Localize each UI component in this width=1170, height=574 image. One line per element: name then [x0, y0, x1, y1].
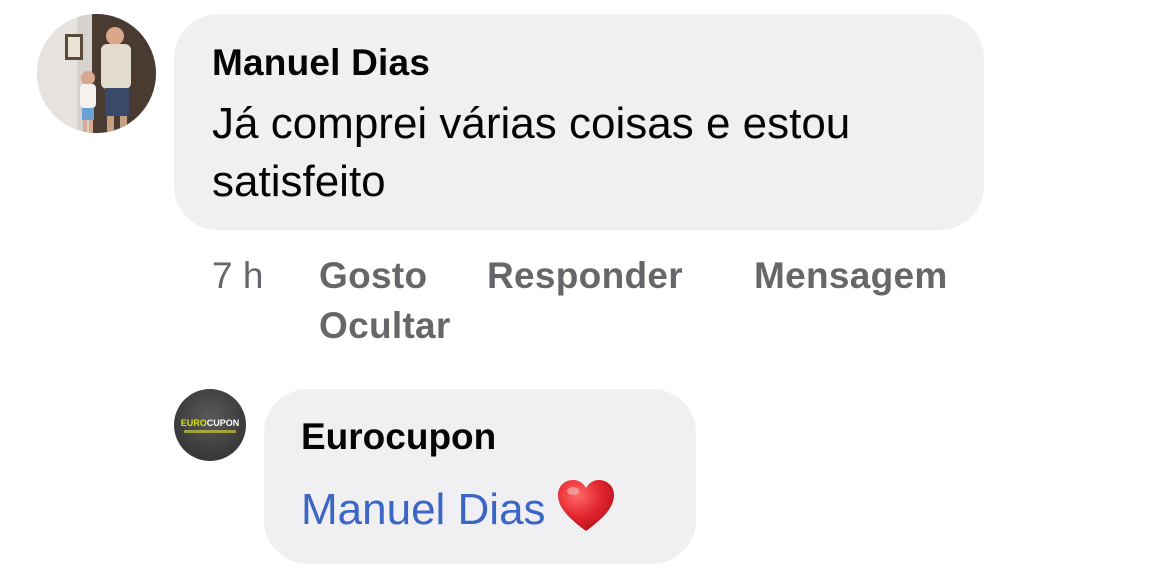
reply-text: Manuel Dias	[301, 478, 616, 550]
reply-button[interactable]: Responder	[487, 250, 683, 302]
comment-text: Já comprei várias coisas e estou satisfe…	[212, 99, 851, 206]
reply-author[interactable]: Eurocupon	[301, 416, 496, 458]
message-button[interactable]: Mensagem	[754, 250, 948, 302]
logo-tagline-bar	[184, 430, 236, 433]
comment-thread: Manuel Dias Já comprei várias coisas e e…	[0, 0, 1170, 574]
avatar[interactable]	[37, 14, 156, 133]
comment-author[interactable]: Manuel Dias	[212, 42, 430, 84]
mention-link[interactable]: Manuel Dias	[301, 485, 546, 534]
like-button[interactable]: Gosto	[319, 250, 427, 302]
reply-avatar[interactable]: EUROCUPON	[174, 389, 246, 461]
profile-photo	[37, 14, 156, 133]
comment-timestamp[interactable]: 7 h	[212, 250, 263, 302]
eurocupon-logo: EUROCUPON	[180, 418, 240, 428]
hide-button[interactable]: Ocultar	[319, 300, 451, 352]
heart-icon	[556, 478, 616, 550]
